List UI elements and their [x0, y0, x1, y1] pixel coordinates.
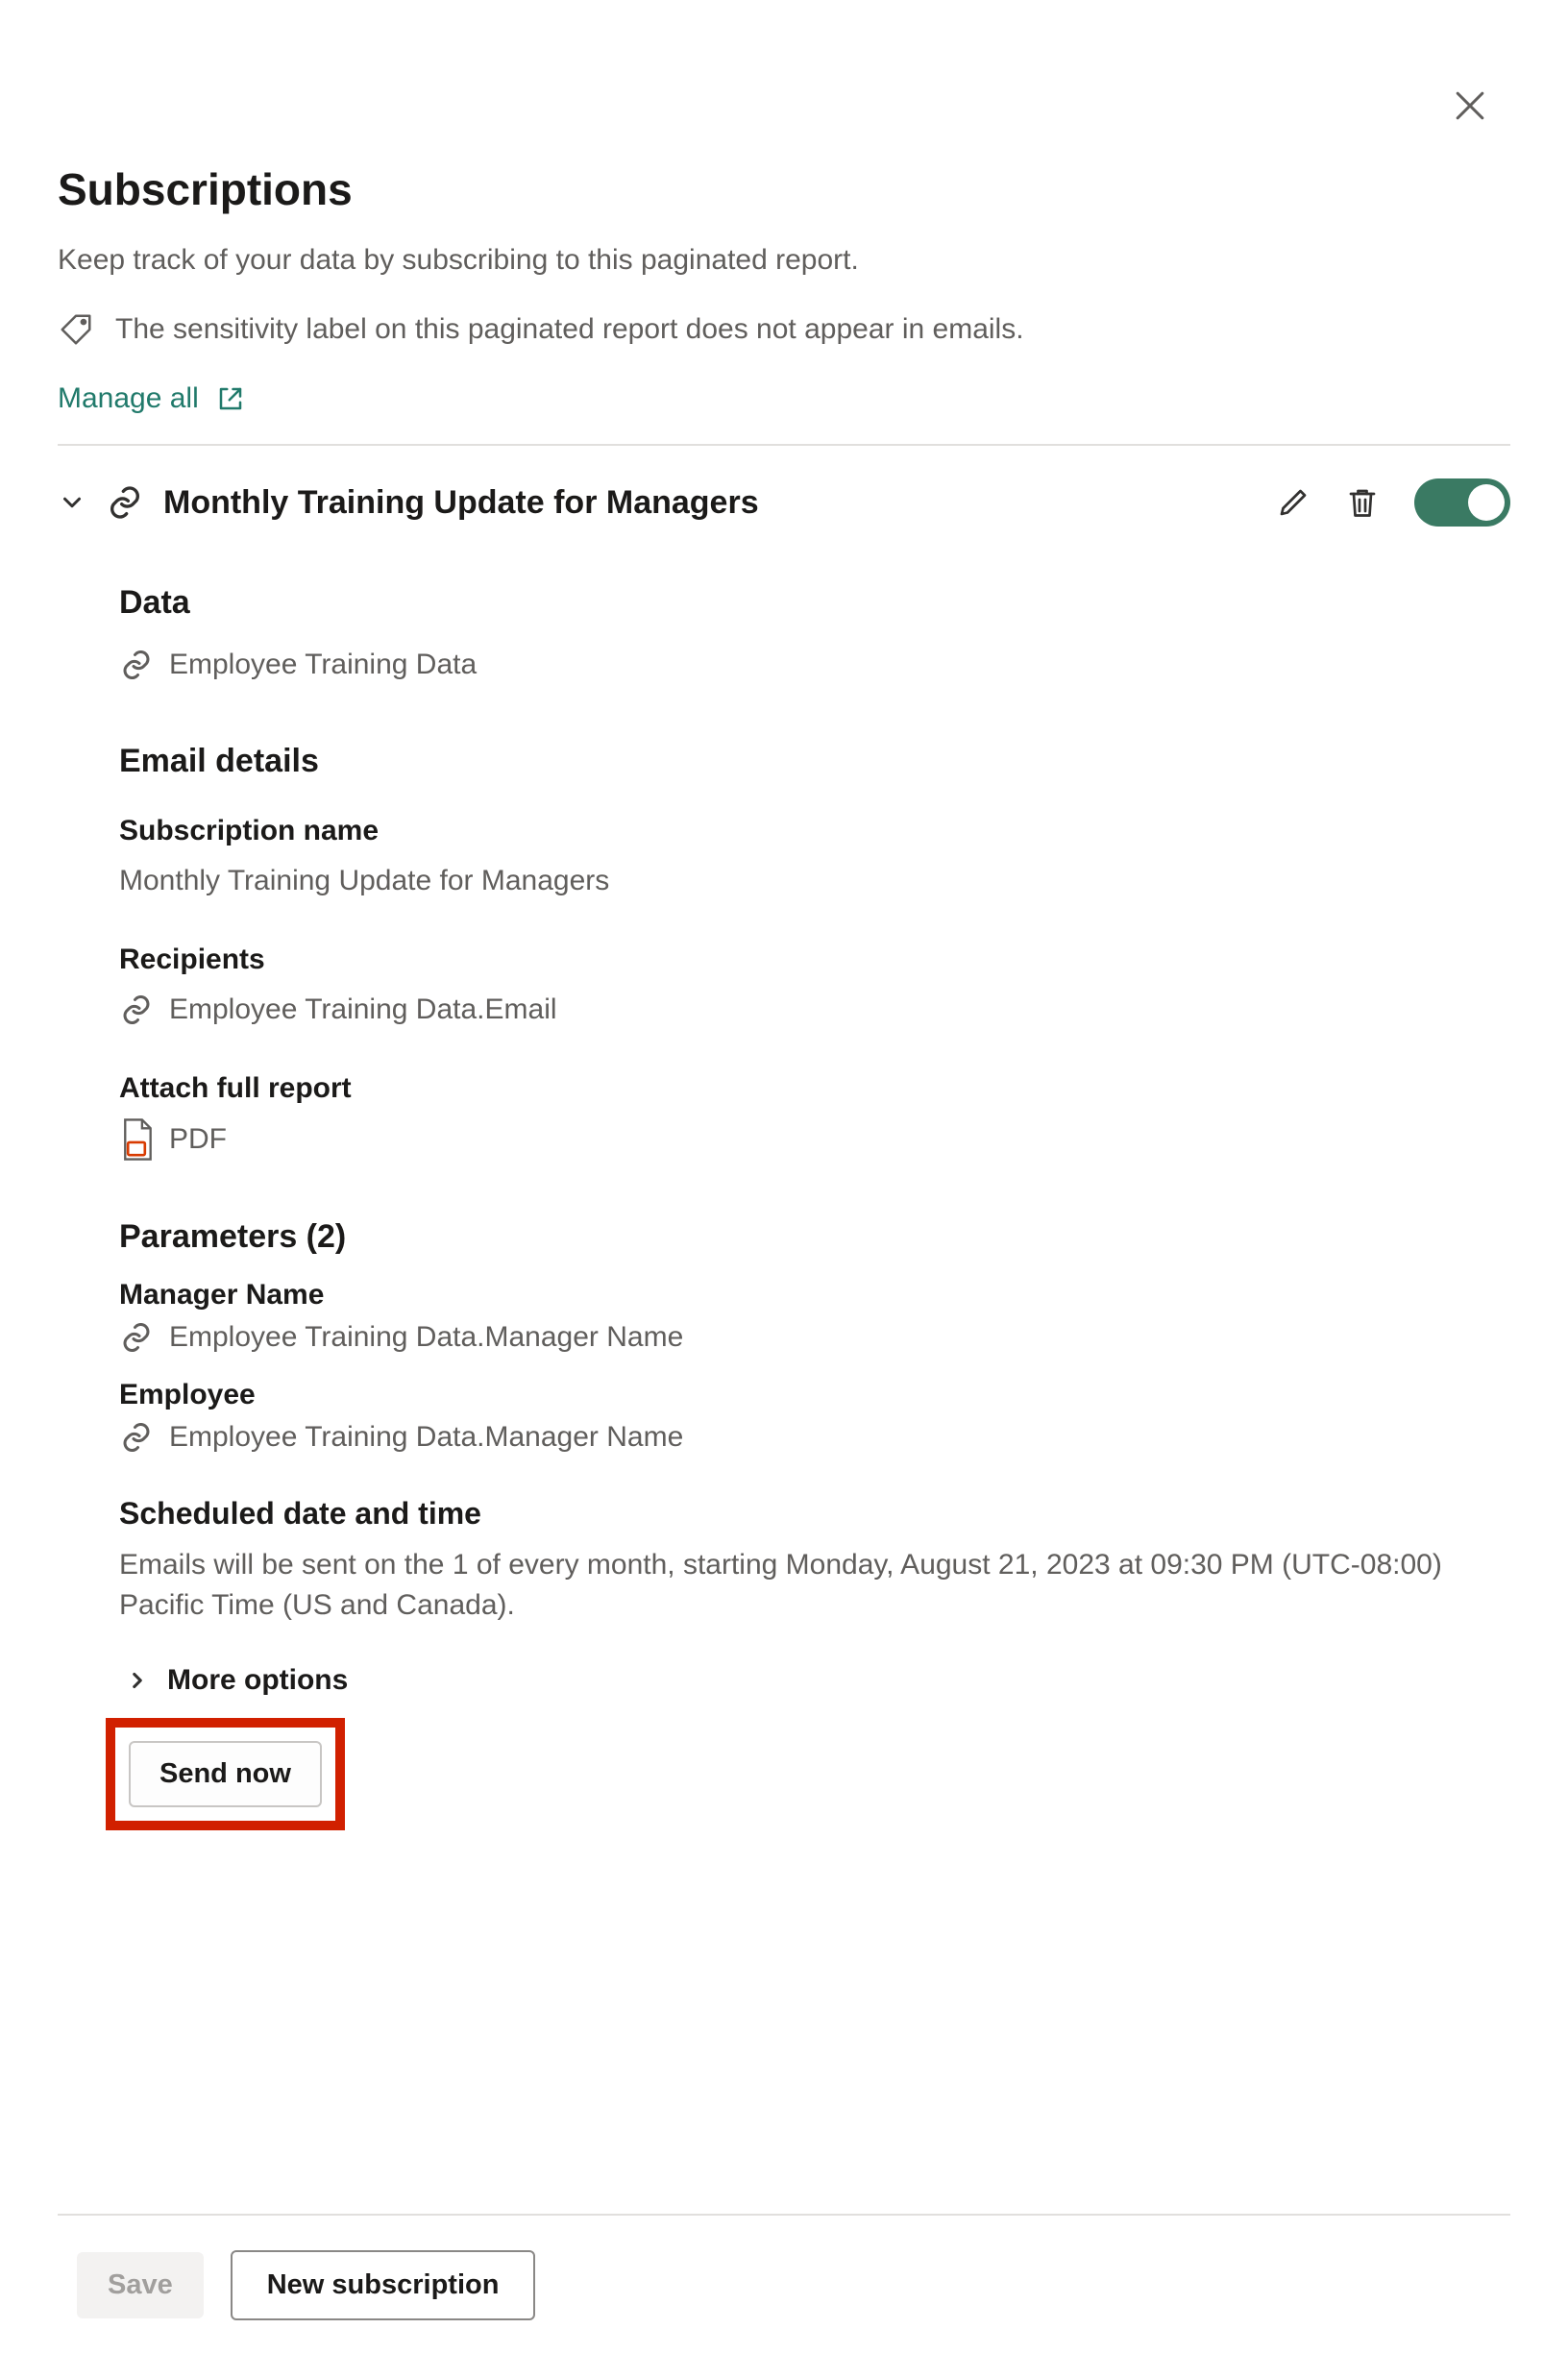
chevron-right-icon [125, 1668, 150, 1693]
sensitivity-note-row: The sensitivity label on this paginated … [58, 311, 1510, 348]
manage-all-link[interactable]: Manage all [58, 382, 1510, 415]
save-button: Save [77, 2252, 204, 2318]
page-subtitle: Keep track of your data by subscribing t… [58, 244, 1510, 277]
data-heading: Data [119, 584, 1510, 622]
subscription-name-label: Subscription name [119, 815, 1510, 847]
new-subscription-button[interactable]: New subscription [231, 2250, 536, 2320]
recipients-value: Employee Training Data.Email [169, 990, 557, 1030]
pdf-file-icon [119, 1118, 154, 1161]
sensitivity-note-text: The sensitivity label on this paginated … [115, 313, 1024, 346]
chevron-down-icon[interactable] [58, 488, 86, 517]
parameter-value: Employee Training Data.Manager Name [169, 1417, 683, 1458]
attach-label: Attach full report [119, 1072, 1510, 1105]
link-icon [119, 993, 154, 1027]
parameters-heading: Parameters (2) [119, 1218, 1510, 1256]
attach-format-row: PDF [119, 1118, 1510, 1161]
close-icon[interactable] [1449, 85, 1491, 127]
parameter-label: Manager Name [119, 1279, 1510, 1312]
parameter-row: Employee Employee Training Data.Manager … [119, 1379, 1510, 1458]
page-title: Subscriptions [58, 163, 1510, 215]
subscription-header: Monthly Training Update for Managers [58, 478, 1510, 527]
recipients-label: Recipients [119, 944, 1510, 976]
subscription-title: Monthly Training Update for Managers [163, 484, 1257, 522]
data-value-row: Employee Training Data [119, 645, 1510, 685]
enabled-toggle[interactable] [1414, 478, 1510, 527]
link-icon [106, 483, 144, 522]
more-options-label: More options [167, 1664, 348, 1697]
send-now-button[interactable]: Send now [129, 1741, 322, 1807]
external-link-icon [216, 384, 245, 413]
parameter-label: Employee [119, 1379, 1510, 1411]
attach-format-value: PDF [169, 1119, 227, 1160]
link-icon [119, 1420, 154, 1455]
manage-all-label: Manage all [58, 382, 199, 415]
divider [58, 444, 1510, 446]
subscription-name-value: Monthly Training Update for Managers [119, 861, 1510, 901]
send-now-highlight: Send now [106, 1718, 345, 1830]
tag-icon [58, 311, 94, 348]
data-value: Employee Training Data [169, 645, 477, 685]
link-icon [119, 1320, 154, 1355]
more-options-toggle[interactable]: More options [125, 1664, 1510, 1697]
parameter-value: Employee Training Data.Manager Name [169, 1317, 683, 1358]
edit-icon[interactable] [1276, 485, 1311, 520]
recipients-value-row: Employee Training Data.Email [119, 990, 1510, 1030]
schedule-description: Emails will be sent on the 1 of every mo… [119, 1545, 1464, 1626]
footer: Save New subscription [58, 2214, 1510, 2378]
delete-icon[interactable] [1345, 485, 1380, 520]
parameter-row: Manager Name Employee Training Data.Mana… [119, 1279, 1510, 1358]
schedule-heading: Scheduled date and time [119, 1496, 1510, 1532]
link-icon [119, 648, 154, 682]
email-details-heading: Email details [119, 743, 1510, 780]
